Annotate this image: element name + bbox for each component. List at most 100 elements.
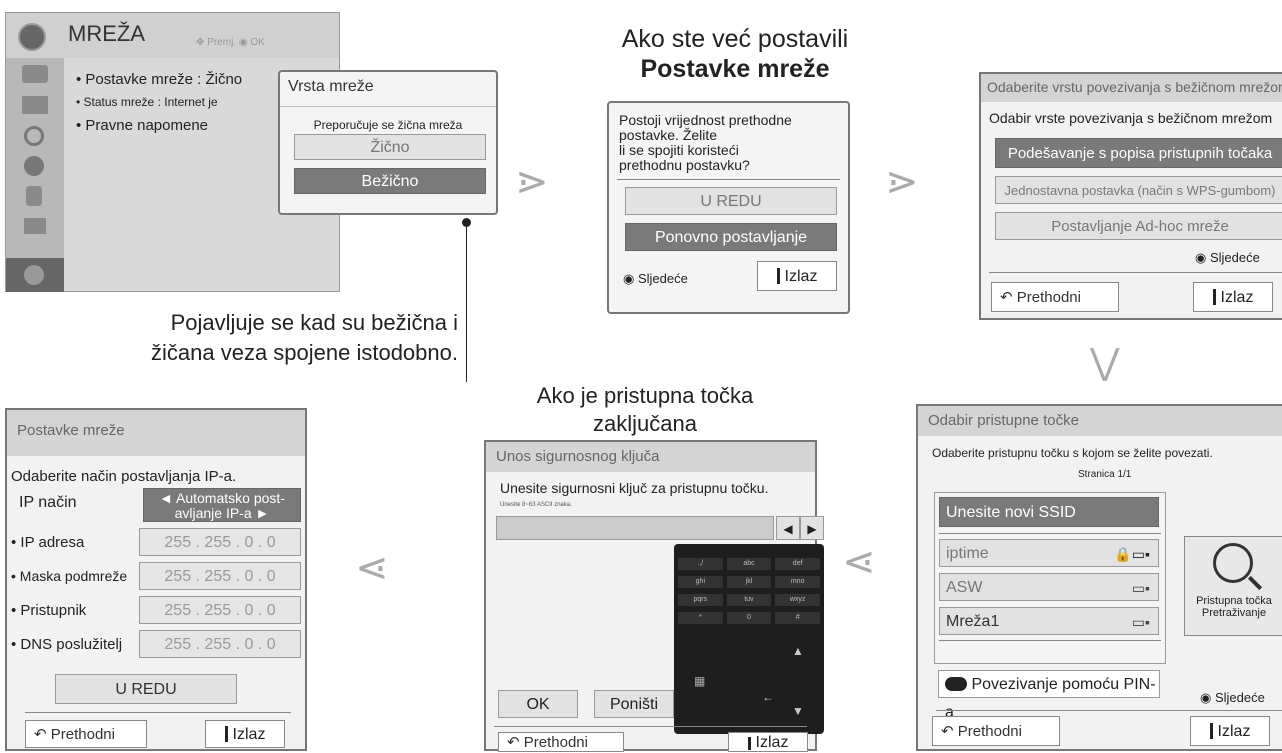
dns-server-field[interactable]: 255 . 255 . 0 . 0	[139, 630, 301, 658]
menu-item-legal-notes[interactable]: • Pravne napomene	[76, 117, 208, 134]
key[interactable]: wxyz	[775, 594, 820, 606]
exit-button[interactable]: Izlaz	[1190, 716, 1270, 746]
dialog-title: Unos sigurnosnog ključa	[486, 442, 815, 472]
wired-button[interactable]: Žično	[294, 134, 486, 160]
ap-search-button[interactable]: Pristupna točka Pretraživanje	[1184, 536, 1282, 636]
key[interactable]: def	[775, 558, 820, 570]
network-item-iptime[interactable]: iptime 🔒▭▪	[939, 539, 1159, 567]
down-key-icon[interactable]: ▼	[792, 704, 804, 718]
recommend-text: Preporučuje se žična mreža	[313, 118, 463, 132]
ip-address-field[interactable]: 255 . 255 . 0 . 0	[139, 528, 301, 556]
back-icon: ↶	[1000, 289, 1013, 306]
ok-button[interactable]: OK	[498, 690, 578, 718]
key[interactable]: .,/	[678, 558, 723, 570]
cursor-left-button[interactable]: ◀	[776, 516, 800, 540]
exit-icon	[776, 268, 780, 284]
divider	[617, 179, 840, 180]
adhoc-button[interactable]: Postavljanje Ad-hoc mreže	[995, 212, 1282, 240]
menu-header	[6, 13, 339, 58]
exit-button[interactable]: Izlaz	[1193, 282, 1273, 312]
screen-icon[interactable]	[22, 96, 48, 114]
arrow-right-icon: ⋗	[885, 159, 919, 205]
dns-server-label: • DNS poslužitelj	[11, 636, 123, 653]
cursor-right-button[interactable]: ▶	[800, 516, 824, 540]
pin-connect-button[interactable]: Povezivanje pomoću PIN-a	[938, 670, 1160, 721]
key[interactable]: pqrs	[678, 594, 723, 606]
dialog-title: Odabir pristupne točke	[918, 406, 1282, 436]
dialog-subtitle: Unesite sigurnosni ključ za pristupnu to…	[500, 480, 769, 496]
key[interactable]: ghi	[678, 576, 723, 588]
security-key-input[interactable]	[496, 516, 774, 540]
wps-button[interactable]: Jednostavna postavka (način s WPS-gumbom…	[995, 176, 1282, 204]
wireless-button[interactable]: Bežično	[294, 168, 486, 194]
up-key-icon[interactable]: ▲	[792, 644, 804, 658]
back-icon: ↶	[507, 734, 520, 751]
previous-button[interactable]: ↶ Prethodni	[498, 732, 624, 752]
dialog-subtitle: Odaberite pristupnu točku s kojom se žel…	[932, 446, 1213, 460]
key[interactable]: jkl	[726, 576, 772, 588]
ok-button[interactable]: U REDU	[55, 674, 237, 704]
move-hint: ✥ Premj. ◉ OK	[196, 37, 265, 48]
network-item-asw[interactable]: ASW ▭▪	[939, 573, 1159, 601]
previous-button[interactable]: ↶ Prethodni	[25, 720, 147, 748]
previous-button[interactable]: ↶ Prethodni	[991, 282, 1119, 312]
menu-item-network-status[interactable]: • Status mreže : Internet je	[76, 95, 218, 109]
arrow-right-icon: ⋗	[515, 159, 549, 205]
new-ssid-item[interactable]: Unesite novi SSID	[939, 497, 1159, 527]
key[interactable]: mno	[775, 576, 820, 588]
audio-icon[interactable]	[24, 126, 44, 146]
menu-title: MREŽA	[68, 21, 145, 46]
exit-button[interactable]: Izlaz	[205, 720, 285, 748]
backspace-key-icon[interactable]: ←	[762, 690, 774, 704]
lock-icon[interactable]	[26, 186, 42, 206]
divider	[939, 640, 1161, 641]
previous-button[interactable]: ↶ Prethodni	[932, 716, 1060, 746]
lock-signal-icon: 🔒▭▪	[1114, 546, 1150, 562]
signal-icon: ▭▪	[1131, 614, 1150, 630]
exit-icon	[1209, 723, 1213, 739]
divider	[494, 726, 807, 727]
key[interactable]: abc	[726, 558, 772, 570]
key[interactable]: tuv	[726, 594, 772, 606]
key[interactable]: *	[678, 612, 723, 624]
dpad-icon: ✥	[196, 37, 205, 48]
subnet-mask-label: • Maska podmreže	[11, 568, 128, 584]
menu-item-network-settings[interactable]: • Postavke mreže : Žično	[76, 71, 242, 88]
grid-key-icon[interactable]: ▦	[694, 674, 705, 688]
exit-button[interactable]: Izlaz	[728, 732, 808, 752]
locked-heading: Ako je pristupna točka zaključana	[536, 383, 754, 436]
key[interactable]: #	[775, 612, 820, 624]
divider	[25, 712, 291, 713]
search-label: Pretraživanje	[1201, 607, 1267, 619]
dialog-subtitle: Odabir vrste povezivanja s bežičnom mrež…	[989, 110, 1273, 126]
gateway-field[interactable]: 255 . 255 . 0 . 0	[139, 596, 301, 624]
search-label: Pristupna točka	[1196, 595, 1272, 607]
picture-icon[interactable]	[22, 65, 48, 83]
popup-title: Vrsta mreže	[288, 78, 374, 95]
ap-list-button[interactable]: Podešavanje s popisa pristupnih točaka	[995, 138, 1282, 168]
ap-list: Unesite novi SSID iptime 🔒▭▪ ASW ▭▪ Mrež…	[934, 492, 1166, 664]
keypad-grid: .,/ abc def ghi jkl mno pqrs tuv wxyz * …	[678, 558, 820, 624]
already-set-heading: Ako ste već postavili Postavke mreže	[621, 25, 849, 83]
network-item-mreza1[interactable]: Mreža1 ▭▪	[939, 607, 1159, 635]
divider	[936, 710, 1282, 711]
next-hint: ◉ Sljedeće	[1200, 690, 1265, 705]
magnifier-icon	[1213, 543, 1253, 583]
subnet-mask-field[interactable]: 255 . 255 . 0 . 0	[139, 562, 301, 590]
key[interactable]: 0	[726, 612, 772, 624]
length-hint: Unesite 8~63 ASCII znaka.	[500, 502, 572, 508]
menu-icon-strip	[6, 58, 64, 292]
back-icon: ↶	[34, 726, 47, 743]
virtual-keypad: .,/ abc def ghi jkl mno pqrs tuv wxyz * …	[674, 544, 824, 734]
ip-mode-selector[interactable]: ◄ Automatsko post- avljanje IP-a ►	[143, 488, 301, 522]
option-icon[interactable]	[24, 218, 46, 234]
clock-icon[interactable]	[24, 156, 44, 176]
network-icon-selected[interactable]	[6, 258, 64, 292]
ok-icon: ◉	[1195, 250, 1207, 265]
next-hint: ◉ Sljedeće	[623, 271, 688, 286]
cancel-button[interactable]: Poništi	[594, 690, 674, 718]
ip-address-label: • IP adresa	[11, 534, 85, 551]
exit-button[interactable]: Izlaz	[757, 261, 837, 291]
reset-button[interactable]: Ponovno postavljanje	[625, 223, 837, 251]
ok-button[interactable]: U REDU	[625, 187, 837, 215]
